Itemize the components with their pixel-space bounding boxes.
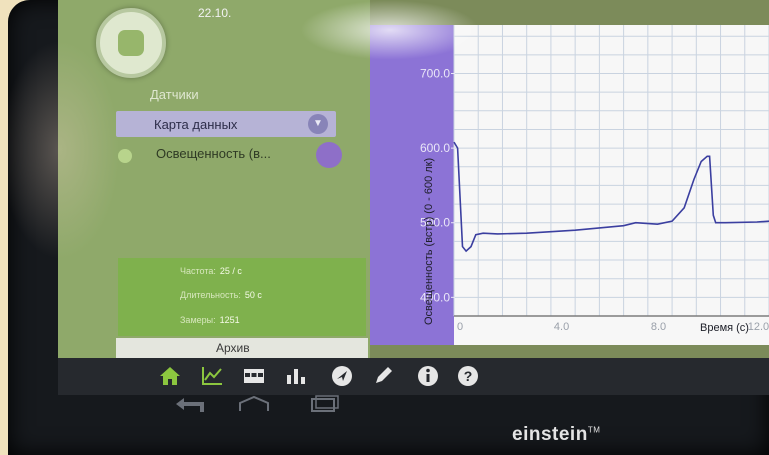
stat-rate-label: Частота:	[180, 266, 216, 276]
stat-samples: Замеры: 1251	[180, 315, 240, 325]
series-line	[453, 141, 769, 253]
navigation-icon[interactable]	[330, 365, 354, 387]
stat-rate-value: 25 / с	[219, 266, 242, 276]
pen-icon[interactable]	[372, 365, 396, 387]
bottom-toolbar: ?	[58, 358, 769, 395]
sensor-status-dot	[118, 149, 132, 163]
sensors-heading: Датчики	[150, 87, 199, 102]
brand-logo: einsteinTM	[512, 424, 600, 446]
x-tick-label: 0	[457, 321, 463, 333]
stat-duration-value: 50 с	[244, 290, 262, 300]
archive-button[interactable]: Архив	[116, 338, 368, 358]
data-map-label: Карта данных	[154, 117, 238, 132]
graph-icon[interactable]	[200, 365, 224, 387]
x-tick-label: 4.0	[554, 321, 569, 333]
stat-samples-value: 1251	[219, 315, 240, 325]
home-icon[interactable]	[158, 365, 182, 387]
sensor-label: Освещенность (в...	[156, 146, 271, 161]
date-text: 22.10.	[198, 6, 232, 20]
data-map-selector[interactable]: Карта данных ▼	[116, 111, 336, 137]
stat-rate: Частота: 25 / с	[180, 266, 242, 276]
y-tick-label: 700.0	[420, 67, 450, 81]
archive-label: Архив	[216, 341, 250, 355]
photo-frame: 22.10. Датчики Карта данных ▼ Освещеннос…	[0, 0, 769, 455]
y-tick-label: 600.0	[420, 141, 450, 155]
stat-duration: Длительность: 50 с	[180, 290, 262, 300]
table-icon[interactable]	[242, 365, 266, 387]
chevron-down-icon[interactable]: ▼	[308, 114, 328, 134]
x-axis-label: Время (с)	[700, 322, 749, 334]
sensor-list-item[interactable]: Освещенность (в...	[116, 140, 366, 170]
recent-apps-icon[interactable]	[306, 394, 346, 414]
brand-tm: TM	[587, 425, 601, 435]
stats-panel: Частота: 25 / с Длительность: 50 с Замеры:…	[118, 258, 366, 336]
x-tick-label: 12.0	[748, 321, 769, 333]
chart-area[interactable]: 700.0 600.0 500.0 400.0 0 4.0 8.0 12.0 Освещен…	[370, 25, 769, 345]
brand-name: einstein	[512, 424, 588, 445]
photo-reflection	[0, 40, 120, 260]
bar-chart-icon[interactable]	[284, 365, 308, 387]
stat-samples-label: Замеры:	[180, 315, 216, 325]
svg-text:?: ?	[464, 368, 473, 384]
stat-duration-label: Длительность:	[180, 290, 241, 300]
sensor-color-swatch[interactable]	[316, 142, 342, 168]
y-axis-label: Освещенность (встр) (0 - 600 лк)	[423, 158, 435, 325]
back-icon[interactable]	[172, 396, 212, 416]
help-icon[interactable]: ?	[456, 365, 480, 387]
x-tick-label: 8.0	[651, 321, 666, 333]
photo-glare	[300, 0, 480, 60]
app-logo-icon	[118, 30, 144, 56]
home-nav-icon[interactable]	[234, 395, 274, 415]
info-icon[interactable]	[416, 365, 440, 387]
chart-grid	[453, 25, 769, 317]
line-chart[interactable]: 700.0600.0500.0400.0 0 4.0 8.0 12.0 Освещен…	[370, 25, 769, 345]
